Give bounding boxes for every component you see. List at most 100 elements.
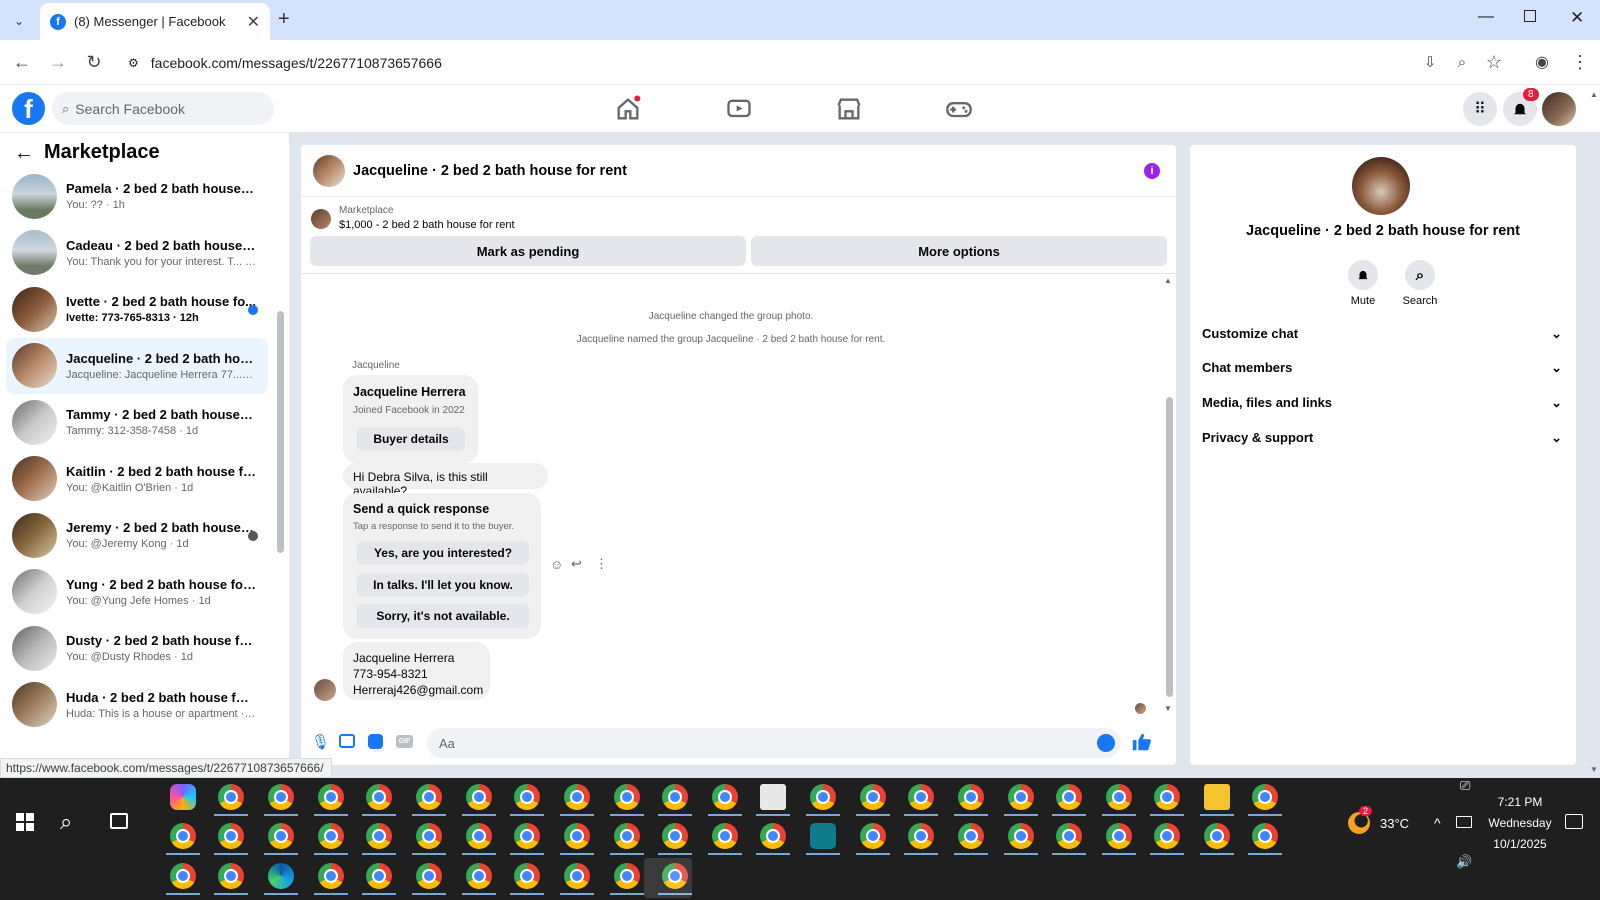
chrome-taskbar-icon[interactable]: [1106, 823, 1132, 849]
chrome-taskbar-icon[interactable]: [860, 823, 886, 849]
chrome-taskbar-icon[interactable]: [614, 823, 640, 849]
conversation-item[interactable]: Ivette · 2 bed 2 bath house fo... Ivette:…: [6, 281, 268, 337]
scroll-down-arrow-icon[interactable]: ▼: [1164, 704, 1172, 713]
section-chat-members[interactable]: Chat members ⌄: [1202, 360, 1562, 376]
show-hidden-icons-chevron-icon[interactable]: ^: [1434, 815, 1441, 831]
marketplace-icon[interactable]: [835, 95, 863, 123]
chrome-taskbar-icon[interactable]: [1008, 823, 1034, 849]
app-taskbar-icon[interactable]: [760, 784, 786, 810]
clock-time[interactable]: 7:21 PM: [1480, 795, 1560, 809]
chrome-taskbar-icon[interactable]: [218, 823, 244, 849]
chrome-taskbar-icon[interactable]: [268, 823, 294, 849]
home-icon[interactable]: [614, 95, 642, 123]
conversation-item[interactable]: Dusty · 2 bed 2 bath house for r... You: …: [6, 620, 268, 676]
quick-response-button[interactable]: Sorry, it's not available.: [357, 604, 529, 628]
section-privacy-support[interactable]: Privacy & support ⌄: [1202, 430, 1562, 446]
account-avatar[interactable]: [1542, 92, 1576, 126]
chrome-taskbar-icon[interactable]: [170, 863, 196, 889]
file-explorer-icon[interactable]: [1204, 784, 1230, 810]
url-field[interactable]: ⚙ facebook.com/messages/t/22677108736576…: [118, 46, 1448, 79]
chrome-taskbar-icon[interactable]: [1252, 784, 1278, 810]
maximize-button[interactable]: [1524, 10, 1536, 22]
chrome-taskbar-icon[interactable]: [662, 823, 688, 849]
new-tab-button[interactable]: +: [278, 8, 290, 31]
windows-start-icon[interactable]: [16, 813, 34, 831]
message-input[interactable]: Aa: [427, 728, 1121, 758]
facebook-search-input[interactable]: ⌕ Search Facebook: [52, 92, 274, 125]
zoom-icon[interactable]: ⌕: [1450, 50, 1474, 74]
photo-icon[interactable]: [339, 734, 355, 748]
close-window-button[interactable]: ✕: [1570, 8, 1584, 28]
back-arrow-icon[interactable]: ←: [14, 142, 34, 165]
chrome-taskbar-icon[interactable]: [1204, 823, 1230, 849]
search-in-chat-button[interactable]: ⌕ Search: [1395, 260, 1445, 307]
bookmark-star-icon[interactable]: ☆: [1482, 50, 1506, 74]
chrome-taskbar-icon[interactable]: [1056, 823, 1082, 849]
conversation-item[interactable]: Huda · 2 bed 2 bath house for r... Huda: …: [6, 677, 268, 733]
reply-icon[interactable]: ↩: [571, 556, 582, 572]
volume-icon[interactable]: 🔊: [1456, 854, 1472, 870]
chrome-taskbar-icon[interactable]: [564, 863, 590, 889]
reload-icon[interactable]: ↻: [82, 50, 106, 74]
facebook-logo[interactable]: f: [12, 92, 45, 125]
clock-date[interactable]: 10/1/2025: [1480, 837, 1560, 851]
clock-day[interactable]: Wednesday: [1480, 816, 1560, 830]
chrome-taskbar-icon[interactable]: [1106, 784, 1132, 810]
minimize-button[interactable]: —: [1478, 8, 1494, 26]
react-icon[interactable]: ☺: [550, 557, 563, 572]
group-avatar[interactable]: [1352, 157, 1410, 215]
conversation-item[interactable]: Yung · 2 bed 2 bath house for r... You: @…: [6, 564, 268, 620]
chrome-taskbar-icon[interactable]: [466, 863, 492, 889]
notifications-bell-icon[interactable]: 8: [1503, 88, 1539, 126]
taskbar-search-icon[interactable]: ⌕: [60, 809, 72, 835]
chrome-taskbar-icon[interactable]: [466, 784, 492, 810]
network-icon[interactable]: [1456, 816, 1472, 828]
chrome-taskbar-icon[interactable]: [416, 823, 442, 849]
weather-temperature[interactable]: 33°C: [1380, 816, 1409, 831]
chrome-taskbar-icon[interactable]: [810, 784, 836, 810]
page-scroll-down-icon[interactable]: ▼: [1590, 765, 1598, 774]
chat-scrollbar[interactable]: [1166, 397, 1173, 697]
chrome-taskbar-icon[interactable]: [760, 823, 786, 849]
emoji-icon[interactable]: [1097, 734, 1115, 752]
tab-search-button[interactable]: ⌄: [8, 10, 30, 32]
chrome-taskbar-icon[interactable]: [318, 823, 344, 849]
conversation-list-scrollbar[interactable]: [277, 311, 284, 553]
chrome-taskbar-icon[interactable]: [218, 784, 244, 810]
menu-grid-icon[interactable]: ⠿: [1463, 92, 1497, 126]
chrome-taskbar-icon[interactable]: [860, 784, 886, 810]
more-options-button[interactable]: More options: [751, 236, 1167, 266]
task-view-icon[interactable]: [110, 813, 128, 829]
chrome-taskbar-icon[interactable]: [1154, 784, 1180, 810]
sticker-icon[interactable]: [368, 734, 383, 749]
video-icon[interactable]: [725, 95, 753, 123]
marketplace-listing[interactable]: Marketplace $1,000 - 2 bed 2 bath house …: [311, 205, 515, 231]
chrome-taskbar-icon[interactable]: [1154, 823, 1180, 849]
chrome-taskbar-icon[interactable]: [908, 784, 934, 810]
chrome-taskbar-icon[interactable]: [416, 863, 442, 889]
app-taskbar-icon[interactable]: [810, 823, 836, 849]
chrome-taskbar-icon[interactable]: [1252, 823, 1278, 849]
forward-icon[interactable]: →: [46, 50, 70, 74]
section-media-files-links[interactable]: Media, files and links ⌄: [1202, 395, 1562, 411]
conversation-item[interactable]: Jacqueline · 2 bed 2 bath house... Jacque…: [6, 337, 268, 394]
buyer-details-button[interactable]: Buyer details: [357, 427, 465, 451]
chrome-taskbar-icon[interactable]: [712, 784, 738, 810]
conversation-item[interactable]: Tammy · 2 bed 2 bath house for... Tammy: …: [6, 394, 268, 450]
mute-button[interactable]: Mute: [1338, 260, 1388, 307]
page-scroll-up-icon[interactable]: ▲: [1590, 90, 1598, 99]
browser-menu-icon[interactable]: ⋮: [1568, 50, 1592, 74]
quick-response-button[interactable]: Yes, are you interested?: [357, 541, 529, 565]
chrome-taskbar-icon[interactable]: [958, 823, 984, 849]
chrome-taskbar-icon[interactable]: [466, 823, 492, 849]
chrome-taskbar-icon[interactable]: [564, 784, 590, 810]
meet-now-icon[interactable]: ⎚: [1460, 778, 1470, 794]
gaming-icon[interactable]: [945, 95, 973, 123]
browser-tab[interactable]: f (8) Messenger | Facebook ✕: [40, 3, 270, 40]
close-tab-icon[interactable]: ✕: [247, 12, 260, 32]
chat-title[interactable]: Jacqueline · 2 bed 2 bath house for rent: [353, 163, 627, 179]
chrome-taskbar-icon[interactable]: [614, 863, 640, 889]
copilot-icon[interactable]: [170, 784, 196, 810]
chrome-taskbar-icon[interactable]: [712, 823, 738, 849]
conversation-item[interactable]: Cadeau · 2 bed 2 bath house fo... You: Th…: [6, 225, 268, 281]
